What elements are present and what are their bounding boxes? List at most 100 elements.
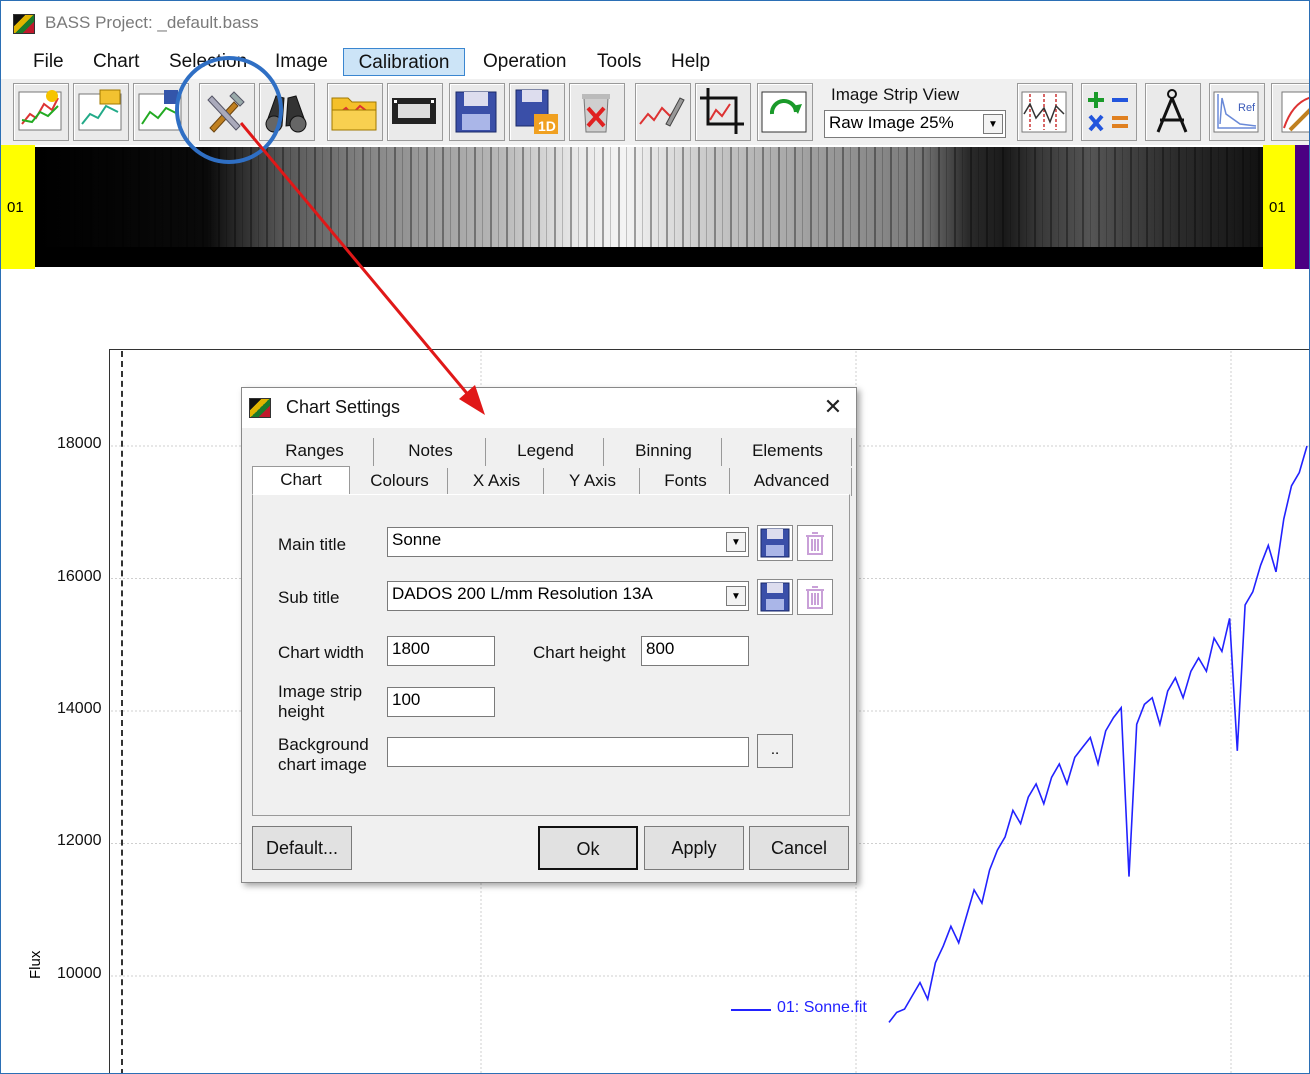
delete-button[interactable]	[569, 83, 625, 141]
sub-title-combo[interactable]: DADOS 200 L/mm Resolution 13A ▼	[387, 581, 749, 611]
save-button[interactable]	[449, 83, 505, 141]
save-chart-button[interactable]	[133, 83, 189, 141]
compass-icon	[1156, 89, 1188, 133]
save-sub-title-button[interactable]	[757, 579, 793, 615]
chevron-down-icon[interactable]: ▼	[726, 532, 746, 552]
dialog-title-bar: Chart Settings ✕	[242, 388, 856, 428]
legend-entry[interactable]: 01: Sonne.fit	[777, 999, 867, 1017]
strip-left-label: 01	[7, 199, 24, 216]
image-strip-view-label: Image Strip View	[831, 85, 960, 104]
sub-title-value: DADOS 200 L/mm Resolution 13A	[392, 584, 653, 603]
menu-image[interactable]: Image	[267, 48, 336, 76]
toolbar: 1D Image Strip View Raw Image 25% ▼ Ref	[1, 79, 1309, 145]
new-chart-button[interactable]	[13, 83, 69, 141]
tab-notes[interactable]: Notes	[376, 438, 486, 466]
save-1d-label: 1D	[538, 118, 556, 134]
close-icon[interactable]: ✕	[820, 394, 846, 420]
open-folder-button[interactable]	[327, 83, 383, 141]
chart-width-label: Chart width	[278, 643, 364, 662]
chart-height-field[interactable]: 800	[641, 636, 749, 666]
menu-calibration[interactable]: Calibration	[343, 48, 465, 76]
menu-chart[interactable]: Chart	[85, 48, 147, 76]
menu-tools[interactable]: Tools	[589, 48, 649, 76]
legend-line-swatch	[731, 1009, 771, 1011]
dialog-title: Chart Settings	[286, 397, 401, 417]
binoculars-icon	[265, 95, 307, 133]
reference-label: Ref	[1238, 102, 1256, 114]
background-chart-image-label: Background chart image	[278, 735, 369, 775]
save-chart-icon	[138, 90, 182, 131]
tab-colours[interactable]: Colours	[352, 468, 448, 496]
tab-binning[interactable]: Binning	[606, 438, 722, 466]
apply-button[interactable]: Apply	[644, 826, 744, 870]
y-axis-label: Flux	[27, 950, 44, 979]
main-title-label: Main title	[278, 535, 347, 554]
image-strip-height-field[interactable]: 100	[387, 687, 495, 717]
tab-legend[interactable]: Legend	[488, 438, 604, 466]
menu-help[interactable]: Help	[663, 48, 718, 76]
channels-button[interactable]	[1017, 83, 1073, 141]
image-strip-view-select[interactable]: Raw Image 25% ▼	[824, 110, 1006, 138]
chart-settings-icon	[207, 91, 245, 133]
tab-chart[interactable]: Chart	[252, 466, 350, 496]
tab-fonts[interactable]: Fonts	[642, 468, 730, 496]
film-strip-button[interactable]	[387, 83, 443, 141]
trash-icon	[806, 586, 824, 609]
image-strip-height-label-line2: height	[278, 702, 325, 721]
delete-sub-title-button[interactable]	[797, 579, 833, 615]
main-title-combo[interactable]: Sonne ▼	[387, 527, 749, 557]
chevron-down-icon[interactable]: ▼	[726, 586, 746, 606]
chart-width-field[interactable]: 1800	[387, 636, 495, 666]
tab-x-axis[interactable]: X Axis	[450, 468, 544, 496]
tab-advanced[interactable]: Advanced	[732, 468, 852, 496]
chevron-down-icon[interactable]: ▼	[983, 114, 1003, 134]
dialog-app-icon	[249, 398, 271, 418]
edit-chart-icon	[1281, 91, 1309, 133]
save-main-title-button[interactable]	[757, 525, 793, 561]
browse-button[interactable]: ..	[757, 734, 793, 768]
bass-project-window: BASS Project: _default.bass File Chart S…	[0, 0, 1310, 1074]
main-title-value: Sonne	[392, 530, 442, 549]
refresh-icon	[761, 91, 807, 133]
tab-ranges[interactable]: Ranges	[256, 438, 374, 466]
math-operations-icon	[1088, 92, 1128, 132]
y-tick-label: 16000	[57, 568, 102, 585]
crop-button[interactable]	[695, 83, 751, 141]
delete-icon	[582, 94, 610, 133]
cancel-button[interactable]: Cancel	[749, 826, 849, 870]
strip-right-label: 01	[1269, 199, 1286, 216]
math-operations-button[interactable]	[1081, 83, 1137, 141]
menu-bar: File Chart Selection Image Calibration O…	[1, 45, 1309, 79]
background-label-line1: Background	[278, 735, 369, 754]
background-image-field[interactable]	[387, 737, 749, 767]
new-chart-icon	[18, 90, 62, 131]
y-tick-label: 18000	[57, 435, 102, 452]
y-tick-label: 14000	[57, 700, 102, 717]
chart-settings-dialog: Chart Settings ✕ Ranges Notes Legend Bin…	[241, 387, 857, 883]
chart-height-label: Chart height	[533, 643, 626, 662]
menu-selection[interactable]: Selection	[161, 48, 255, 76]
wrench-spectrum-icon	[639, 97, 685, 127]
menu-operation[interactable]: Operation	[475, 48, 574, 76]
open-folder-icon	[331, 97, 377, 131]
chart-settings-button[interactable]	[199, 83, 255, 141]
compass-button[interactable]	[1145, 83, 1201, 141]
ok-button[interactable]: Ok	[538, 826, 638, 870]
binoculars-button[interactable]	[259, 83, 315, 141]
edit-chart-button[interactable]	[1271, 83, 1309, 141]
menu-file[interactable]: File	[25, 48, 72, 76]
reference-button[interactable]: Ref	[1209, 83, 1265, 141]
default-button[interactable]: Default...	[252, 826, 352, 870]
tab-elements[interactable]: Elements	[724, 438, 852, 466]
strip-color-bar	[1295, 145, 1309, 269]
image-strip[interactable]: 01 01	[1, 145, 1309, 269]
y-tick-label: 10000	[57, 965, 102, 982]
image-strip-view-value: Raw Image 25%	[829, 113, 954, 132]
window-title: BASS Project: _default.bass	[45, 13, 259, 32]
delete-main-title-button[interactable]	[797, 525, 833, 561]
tab-y-axis[interactable]: Y Axis	[546, 468, 640, 496]
save-1d-button[interactable]: 1D	[509, 83, 565, 141]
wrench-spectrum-button[interactable]	[635, 83, 691, 141]
open-chart-button[interactable]	[73, 83, 129, 141]
refresh-button[interactable]	[757, 83, 813, 141]
